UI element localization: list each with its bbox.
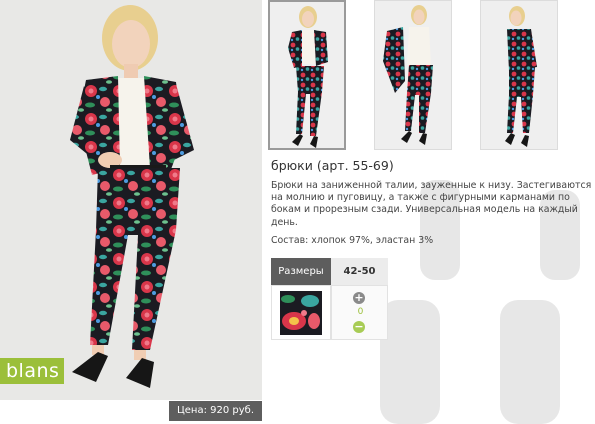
product-title: брюки (арт. 55-69): [271, 158, 394, 173]
color-swatch[interactable]: [271, 285, 331, 340]
quantity-value: 0: [357, 307, 364, 317]
sizes-value: 42-50: [331, 258, 388, 285]
price-label: Цена: 920 руб.: [169, 401, 262, 421]
thumbnail-3[interactable]: [480, 0, 558, 150]
sizes-header: Размеры: [271, 258, 331, 285]
product-description: Брюки на заниженной талии, зауженные к н…: [271, 180, 592, 228]
quantity-stepper: + 0 −: [331, 285, 388, 340]
decrease-button[interactable]: −: [353, 321, 365, 333]
floral-swatch-image: [280, 291, 322, 335]
increase-button[interactable]: +: [353, 292, 365, 304]
main-product-photo[interactable]: blans: [0, 0, 262, 400]
product-composition: Состав: хлопок 97%, эластан 3%: [271, 235, 434, 246]
brand-logo: blans: [0, 358, 64, 384]
thumbnail-1[interactable]: [268, 0, 346, 150]
thumbnail-2[interactable]: [374, 0, 452, 150]
